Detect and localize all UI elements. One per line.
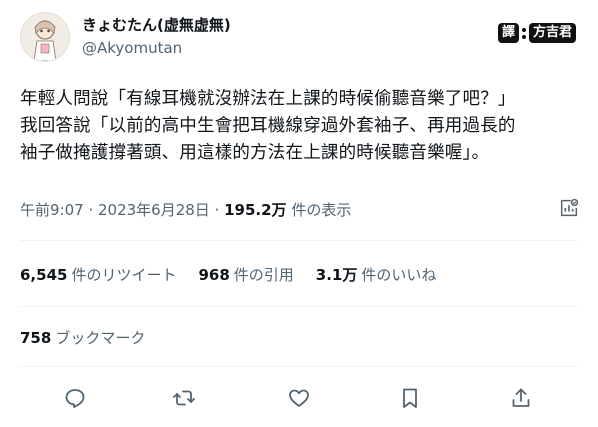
quotes-count: 968 <box>198 266 230 284</box>
tweet-card: きょむたん(虚無虚無) @Akyomutan 譯 方吉君 年輕人問說「有線耳機就… <box>0 0 598 427</box>
like-icon <box>289 389 309 407</box>
action-bar <box>0 380 598 416</box>
likes-stat[interactable]: 3.1万 件のいいね <box>316 264 437 285</box>
like-button[interactable] <box>281 380 317 416</box>
watermark-text: 方吉君 <box>528 23 576 43</box>
divider <box>20 240 578 241</box>
avatar[interactable] <box>20 12 70 62</box>
analytics-icon[interactable] <box>558 197 580 219</box>
tweet-line: 年輕人問說「有線耳機就沒辦法在上課的時候偷聽音樂了吧？」 <box>20 89 516 109</box>
engagement-stats: 6,545 件のリツイート 968 件の引用 3.1万 件のいいね <box>20 264 436 285</box>
share-button[interactable] <box>503 380 539 416</box>
watermark-dots <box>521 27 526 39</box>
bookmarks-stat[interactable]: 758 ブックマーク <box>20 327 145 348</box>
retweet-button[interactable] <box>166 380 202 416</box>
bookmark-icon <box>403 388 417 408</box>
quotes-label: 件の引用 <box>233 266 294 284</box>
tweet-line: 我回答說「以前的高中生會把耳機線穿過外套袖子、再用過長的 <box>20 116 516 136</box>
translator-watermark: 譯 方吉君 <box>497 22 576 44</box>
tweet-line: 袖子做掩護撐著頭、用這樣的方法在上課的時候聽音樂喔」。 <box>20 143 490 163</box>
retweet-icon <box>173 390 195 406</box>
share-icon <box>512 388 530 407</box>
divider <box>20 306 578 307</box>
tweet-text: 年輕人問說「有線耳機就沒辦法在上課的時候偷聽音樂了吧？」 我回答說「以前的高中生… <box>20 86 585 167</box>
views-label: 件の表示 <box>286 201 352 219</box>
timestamp[interactable]: 午前9:07 · 2023年6月28日 · <box>20 201 224 219</box>
watermark-badge: 譯 <box>497 23 519 43</box>
handle[interactable]: @Akyomutan <box>82 39 182 57</box>
bookmarks-label: ブックマーク <box>55 329 146 347</box>
divider <box>20 366 578 367</box>
tweet-meta: 午前9:07 · 2023年6月28日 · 195.2万 件の表示 <box>20 199 351 220</box>
avatar-icon <box>21 13 69 61</box>
reply-button[interactable] <box>57 380 93 416</box>
quotes-stat[interactable]: 968 件の引用 <box>198 264 293 285</box>
reply-icon <box>65 389 85 408</box>
views-count: 195.2万 <box>224 201 287 219</box>
retweets-stat[interactable]: 6,545 件のリツイート <box>20 264 176 285</box>
retweets-count: 6,545 <box>20 266 68 284</box>
likes-count: 3.1万 <box>315 266 358 284</box>
bookmarks-count: 758 <box>20 329 52 347</box>
display-name[interactable]: きょむたん(虚無虚無) <box>82 14 231 35</box>
likes-label: 件のいいね <box>361 266 437 284</box>
bookmark-button[interactable] <box>392 380 428 416</box>
retweets-label: 件のリツイート <box>71 266 177 284</box>
